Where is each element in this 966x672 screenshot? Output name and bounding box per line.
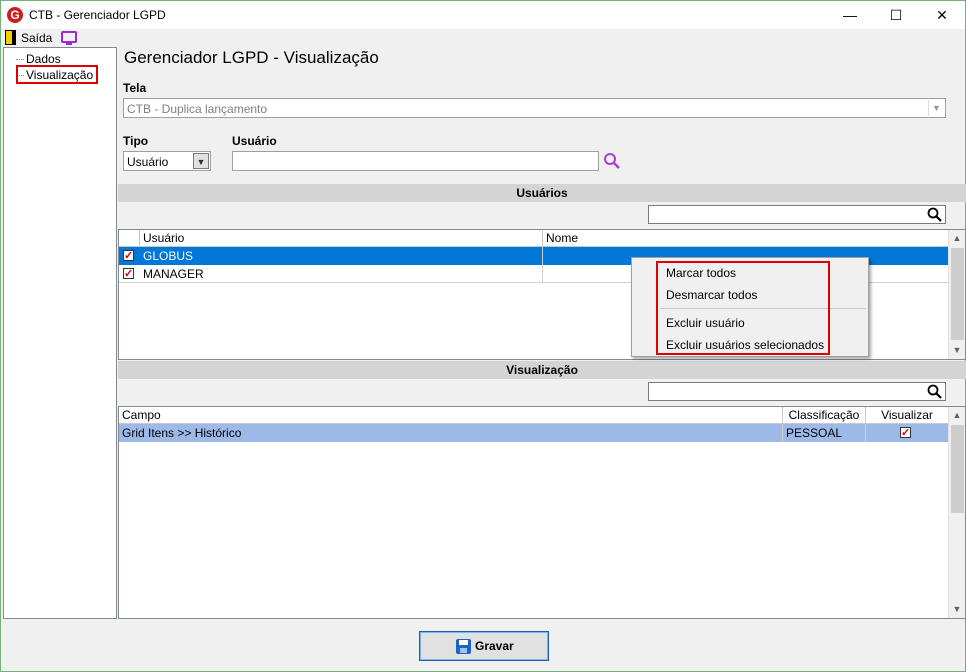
usuarios-search-input[interactable] xyxy=(648,205,946,224)
usuarios-grid-header: Usuário Nome xyxy=(119,230,949,247)
search-icon[interactable] xyxy=(927,384,942,399)
context-menu: Marcar todos Desmarcar todos Excluir usu… xyxy=(631,257,869,357)
column-header-campo[interactable]: Campo xyxy=(119,407,783,424)
minimize-button[interactable]: — xyxy=(827,1,873,29)
scroll-down-icon[interactable]: ▼ xyxy=(949,342,965,359)
usuarios-section-header: Usuários xyxy=(118,184,966,202)
scroll-down-icon[interactable]: ▼ xyxy=(949,601,965,618)
visualizacao-grid-header: Campo Classificação Visualizar xyxy=(119,407,949,424)
exit-menu-item[interactable]: Saída xyxy=(21,31,52,45)
exit-door-icon[interactable] xyxy=(5,30,16,45)
visualizacao-grid: Campo Classificação Visualizar Grid Iten… xyxy=(118,406,966,619)
row-classificacao: PESSOAL xyxy=(783,424,866,442)
chevron-down-icon[interactable]: ▼ xyxy=(928,100,944,116)
title-bar: G CTB - Gerenciador LGPD — ☐ ✕ xyxy=(1,1,965,29)
main-window: G CTB - Gerenciador LGPD — ☐ ✕ Saída Dad… xyxy=(0,0,966,672)
search-icon[interactable] xyxy=(927,207,942,222)
navigation-tree: Dados Visualização xyxy=(3,47,117,619)
highlight-box xyxy=(656,261,830,355)
page-title: Gerenciador LGPD - Visualização xyxy=(124,48,379,67)
window-title: CTB - Gerenciador LGPD xyxy=(29,8,166,22)
table-row[interactable]: Grid Itens >> Histórico PESSOAL xyxy=(119,424,949,442)
app-logo-icon: G xyxy=(7,7,23,23)
usuario-label: Usuário xyxy=(232,134,277,148)
floppy-disk-icon xyxy=(456,639,471,654)
menu-bar: Saída xyxy=(1,29,965,47)
usuarios-scrollbar[interactable]: ▲ ▼ xyxy=(948,230,965,359)
tipo-value: Usuário xyxy=(127,155,169,169)
visualizacao-section-header: Visualização xyxy=(118,361,966,379)
scroll-up-icon[interactable]: ▲ xyxy=(949,230,965,247)
maximize-button[interactable]: ☐ xyxy=(873,1,919,29)
monitor-icon[interactable] xyxy=(61,31,77,45)
row-checkbox[interactable] xyxy=(123,247,134,265)
save-button-label: Gravar xyxy=(475,639,514,653)
tela-label: Tela xyxy=(123,81,147,95)
column-header-nome[interactable]: Nome xyxy=(543,230,949,247)
tela-value: CTB - Duplica lançamento xyxy=(127,102,268,116)
tipo-label: Tipo xyxy=(123,134,149,148)
close-button[interactable]: ✕ xyxy=(919,1,965,29)
tipo-select[interactable]: Usuário ▼ xyxy=(123,151,211,171)
column-header-classificacao[interactable]: Classificação xyxy=(783,407,866,424)
search-icon[interactable] xyxy=(603,152,621,170)
scroll-thumb[interactable] xyxy=(951,425,964,513)
scroll-up-icon[interactable]: ▲ xyxy=(949,407,965,424)
checkbox-column-header xyxy=(119,230,140,247)
tree-item-dados[interactable]: Dados xyxy=(16,52,61,66)
highlight-box xyxy=(16,65,98,84)
visualizacao-search-input[interactable] xyxy=(648,382,946,401)
chevron-down-icon[interactable]: ▼ xyxy=(193,153,209,169)
tela-combobox[interactable]: CTB - Duplica lançamento ▼ xyxy=(123,98,946,118)
usuario-input[interactable] xyxy=(232,151,599,171)
row-usuario: GLOBUS xyxy=(140,247,543,265)
visualizacao-scrollbar[interactable]: ▲ ▼ xyxy=(948,407,965,618)
row-usuario: MANAGER xyxy=(140,265,543,283)
row-checkbox[interactable] xyxy=(123,265,134,283)
save-button[interactable]: Gravar xyxy=(419,631,549,661)
visualizar-checkbox[interactable] xyxy=(900,424,911,442)
row-visualizar-cell xyxy=(866,424,949,442)
column-header-usuario[interactable]: Usuário xyxy=(140,230,543,247)
row-campo: Grid Itens >> Histórico xyxy=(119,424,783,442)
column-header-visualizar[interactable]: Visualizar xyxy=(866,407,949,424)
scroll-thumb[interactable] xyxy=(951,248,964,340)
